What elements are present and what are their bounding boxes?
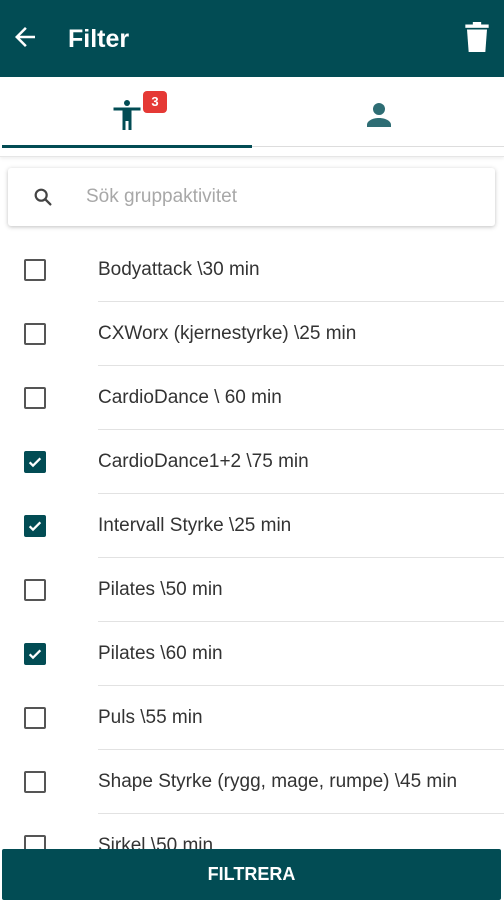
- list-item[interactable]: Pilates \60 min: [0, 622, 504, 686]
- list-item-label: Bodyattack \30 min: [98, 259, 260, 280]
- checkmark-icon: [28, 457, 42, 468]
- filter-button[interactable]: FILTRERA: [2, 849, 501, 900]
- list-item[interactable]: Puls \55 min: [0, 686, 504, 750]
- checkbox-checked[interactable]: [24, 515, 46, 537]
- list-item-label: Pilates \60 min: [98, 643, 223, 664]
- checkmark-icon: [28, 649, 42, 660]
- list-item[interactable]: Sirkel \50 min: [0, 814, 504, 850]
- tab-divider: [252, 146, 504, 147]
- arrow-left-icon[interactable]: [10, 22, 40, 52]
- checkbox-checked[interactable]: [24, 451, 46, 473]
- list-item-label: Intervall Styrke \25 min: [98, 515, 292, 536]
- list-item-label: CardioDance \ 60 min: [98, 387, 282, 408]
- list-item-label: CXWorx (kjernestyrke) \25 min: [98, 323, 357, 344]
- list-item-label: CardioDance1+2 \75 min: [98, 451, 309, 472]
- list-item[interactable]: CardioDance1+2 \75 min: [0, 430, 504, 494]
- list-item-label: Pilates \50 min: [98, 579, 223, 600]
- list-item-label: Sirkel \50 min: [98, 835, 214, 850]
- tab-instructors[interactable]: [252, 77, 504, 157]
- tab-activities[interactable]: 3: [0, 77, 252, 157]
- list-item[interactable]: CXWorx (kjernestyrke) \25 min: [0, 302, 504, 366]
- checkbox[interactable]: [24, 259, 46, 281]
- checkbox[interactable]: [24, 707, 46, 729]
- app-bar: Filter: [0, 0, 504, 77]
- search-input[interactable]: [86, 180, 476, 214]
- search-bar[interactable]: [8, 168, 495, 226]
- list-item[interactable]: Shape Styrke (rygg, mage, rumpe) \45 min: [0, 750, 504, 814]
- person-icon: [367, 103, 391, 127]
- checkbox[interactable]: [24, 771, 46, 793]
- tab-indicator: [2, 145, 252, 148]
- checkbox[interactable]: [24, 323, 46, 345]
- checkbox-checked[interactable]: [24, 643, 46, 665]
- search-icon: [34, 188, 52, 206]
- checkbox[interactable]: [24, 387, 46, 409]
- list-item[interactable]: CardioDance \ 60 min: [0, 366, 504, 430]
- activity-list: Bodyattack \30 min CXWorx (kjernestyrke) …: [0, 238, 504, 850]
- checkbox[interactable]: [24, 579, 46, 601]
- checkbox[interactable]: [24, 835, 46, 850]
- list-item[interactable]: Bodyattack \30 min: [0, 238, 504, 302]
- page-title: Filter: [68, 25, 130, 53]
- list-item[interactable]: Intervall Styrke \25 min: [0, 494, 504, 558]
- list-item[interactable]: Pilates \50 min: [0, 558, 504, 622]
- checkmark-icon: [28, 521, 42, 532]
- list-item-label: Puls \55 min: [98, 707, 203, 728]
- tab-bar: 3: [0, 77, 504, 157]
- list-item-label: Shape Styrke (rygg, mage, rumpe) \45 min: [98, 771, 458, 792]
- person-activity-icon: [113, 100, 141, 130]
- filter-count-badge: 3: [143, 91, 167, 113]
- trash-icon[interactable]: [464, 22, 490, 52]
